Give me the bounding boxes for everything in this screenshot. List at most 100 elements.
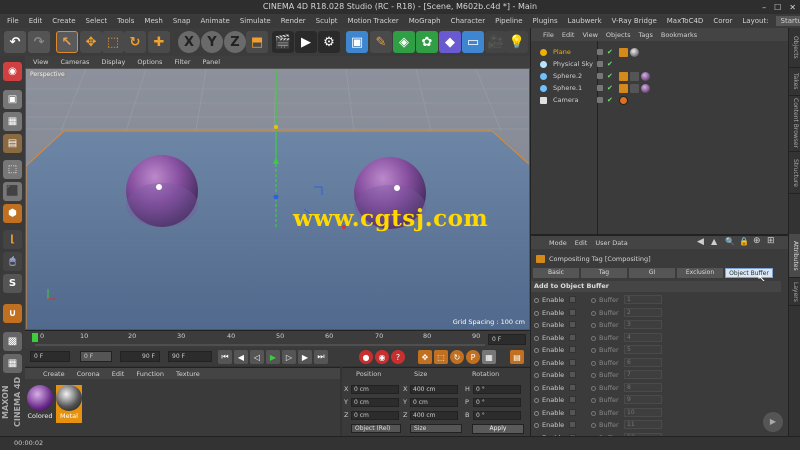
animate-bullet-icon[interactable]: [591, 410, 596, 416]
next-frame-icon[interactable]: ▷: [282, 350, 296, 364]
render-settings-icon[interactable]: ⚙: [318, 31, 340, 53]
coordinate-mode-dropdown[interactable]: Object (Rel): [351, 424, 401, 433]
key-scale-icon[interactable]: ⬚: [434, 350, 448, 364]
back-arrow-icon[interactable]: ◀: [697, 237, 704, 247]
recent-tools-icon[interactable]: ✚: [148, 31, 170, 53]
object-row-plane[interactable]: Plane ✔: [531, 46, 789, 58]
key-rotation-icon[interactable]: ↻: [450, 350, 464, 364]
magnet-icon[interactable]: ∪: [3, 304, 22, 323]
menu-plugins[interactable]: Plugins: [528, 17, 563, 25]
object-row-sphere-1[interactable]: Sphere.1 ✔: [531, 82, 789, 94]
enable-checkbox[interactable]: [569, 321, 576, 328]
buffer-number-field[interactable]: 6: [624, 357, 662, 367]
key-position-icon[interactable]: ✥: [418, 350, 432, 364]
visibility-check-icon[interactable]: ✔: [607, 94, 613, 106]
up-arrow-icon[interactable]: ▲: [711, 237, 717, 246]
x-axis-icon[interactable]: X: [178, 31, 200, 53]
animate-bullet-icon[interactable]: [534, 298, 539, 303]
animate-bullet-icon[interactable]: [591, 360, 596, 366]
animate-bullet-icon[interactable]: [591, 348, 596, 353]
viewport-menu-cameras[interactable]: Cameras: [54, 58, 95, 66]
side-tab-takes[interactable]: Takes: [789, 68, 800, 96]
timeline-end-field[interactable]: 0 F: [488, 334, 526, 345]
key-parameter-icon[interactable]: P: [466, 350, 480, 364]
render-view-icon[interactable]: 🎬: [272, 31, 294, 53]
size-mode-dropdown[interactable]: Size: [410, 424, 462, 433]
size-y-field[interactable]: 0 cm: [410, 398, 458, 407]
animate-bullet-icon[interactable]: [591, 310, 596, 316]
material-menu-function[interactable]: Function: [130, 370, 170, 378]
object-row-physical-sky[interactable]: Physical Sky ✔: [531, 58, 789, 70]
buffer-number-field[interactable]: 8: [624, 382, 662, 392]
side-tab-attributes[interactable]: Attributes: [789, 234, 800, 278]
apply-button[interactable]: Apply: [472, 424, 524, 434]
lock-icon[interactable]: 🔒: [739, 237, 749, 246]
camera-icon[interactable]: 🎥: [485, 31, 507, 53]
object-row-sphere-2[interactable]: Sphere.2 ✔: [531, 70, 789, 82]
buffer-number-field[interactable]: 11: [624, 420, 662, 429]
menu-pipeline[interactable]: Pipeline: [490, 17, 527, 25]
side-tab-objects[interactable]: Objects: [789, 28, 800, 68]
material-tag-icon[interactable]: [641, 72, 650, 81]
menu-render[interactable]: Render: [276, 17, 311, 25]
viewport-menu-filter[interactable]: Filter: [168, 58, 196, 66]
autokey-icon[interactable]: ◉: [375, 350, 389, 364]
z-axis-icon[interactable]: Z: [224, 31, 246, 53]
position-y-field[interactable]: 0 cm: [351, 398, 399, 407]
floor-icon[interactable]: ▭: [462, 31, 484, 53]
enable-checkbox[interactable]: [569, 383, 576, 391]
animate-bullet-icon[interactable]: [591, 385, 596, 391]
record-icon[interactable]: ●: [359, 350, 373, 364]
key-pla-icon[interactable]: ▦: [482, 350, 496, 364]
buffer-number-field[interactable]: 10: [624, 407, 662, 417]
layer-dot[interactable]: [597, 49, 603, 55]
menu-edit[interactable]: Edit: [24, 17, 48, 25]
animate-bullet-icon[interactable]: [591, 323, 596, 328]
material-tag-icon[interactable]: [641, 84, 650, 93]
animate-bullet-icon[interactable]: [591, 298, 596, 303]
tab-gi[interactable]: GI: [629, 268, 675, 278]
material-colored[interactable]: Colored: [27, 385, 53, 423]
timeline-ruler[interactable]: 0 10 20 30 40 50 60 70 80 90 0 F: [25, 330, 530, 348]
deformer-icon[interactable]: ◆: [439, 31, 461, 53]
size-z-field[interactable]: 400 cm: [410, 411, 458, 420]
animate-bullet-icon[interactable]: [534, 323, 539, 328]
visibility-check-icon[interactable]: ✔: [607, 82, 613, 94]
size-x-field[interactable]: 400 cm: [410, 385, 458, 394]
animate-bullet-icon[interactable]: [534, 385, 539, 391]
material-menu-edit[interactable]: Edit: [106, 370, 131, 378]
menu-laubwerk[interactable]: Laubwerk: [563, 17, 607, 25]
rotate-tool-icon[interactable]: ↻: [124, 31, 146, 53]
start-frame-field[interactable]: 0 F: [30, 351, 70, 362]
cube-icon[interactable]: ▣: [346, 31, 368, 53]
objects-menu-bookmarks[interactable]: Bookmarks: [657, 31, 701, 39]
max-frame-field[interactable]: 90 F: [168, 351, 212, 362]
model-mode-icon[interactable]: ▣: [3, 90, 22, 109]
animate-bullet-icon[interactable]: [534, 398, 539, 403]
go-to-end-icon[interactable]: ⏭: [314, 350, 328, 364]
buffer-number-field[interactable]: 9: [624, 395, 662, 404]
objects-menu-tags[interactable]: Tags: [634, 31, 656, 39]
animate-bullet-icon[interactable]: [534, 335, 539, 341]
play-icon[interactable]: ▶: [266, 350, 280, 364]
phong-tag-icon[interactable]: [630, 72, 639, 81]
menu-motion-tracker[interactable]: Motion Tracker: [343, 17, 404, 25]
timeline-window-icon[interactable]: ▤: [510, 350, 524, 364]
animate-bullet-icon[interactable]: [534, 310, 539, 316]
buffer-number-field[interactable]: 4: [624, 332, 662, 342]
enable-checkbox[interactable]: [569, 308, 576, 316]
new-manager-icon[interactable]: ⊕: [753, 236, 761, 246]
edges-mode-icon[interactable]: ⬛: [3, 182, 22, 201]
side-tab-layers[interactable]: Layers: [789, 278, 800, 306]
menu-tools[interactable]: Tools: [112, 17, 139, 25]
viewport-menu-panel[interactable]: Panel: [197, 58, 227, 66]
position-x-field[interactable]: 0 cm: [351, 385, 399, 394]
axis-mode-icon[interactable]: ⌊: [3, 230, 22, 249]
tweak-mode-icon[interactable]: 🖱: [3, 252, 22, 271]
objects-menu-file[interactable]: File: [539, 31, 558, 39]
tab-tag[interactable]: Tag: [581, 268, 627, 278]
objects-menu-objects[interactable]: Objects: [602, 31, 635, 39]
menu-simulate[interactable]: Simulate: [235, 17, 276, 25]
buffer-number-field[interactable]: 2: [624, 307, 662, 317]
objects-menu-view[interactable]: View: [578, 31, 601, 39]
